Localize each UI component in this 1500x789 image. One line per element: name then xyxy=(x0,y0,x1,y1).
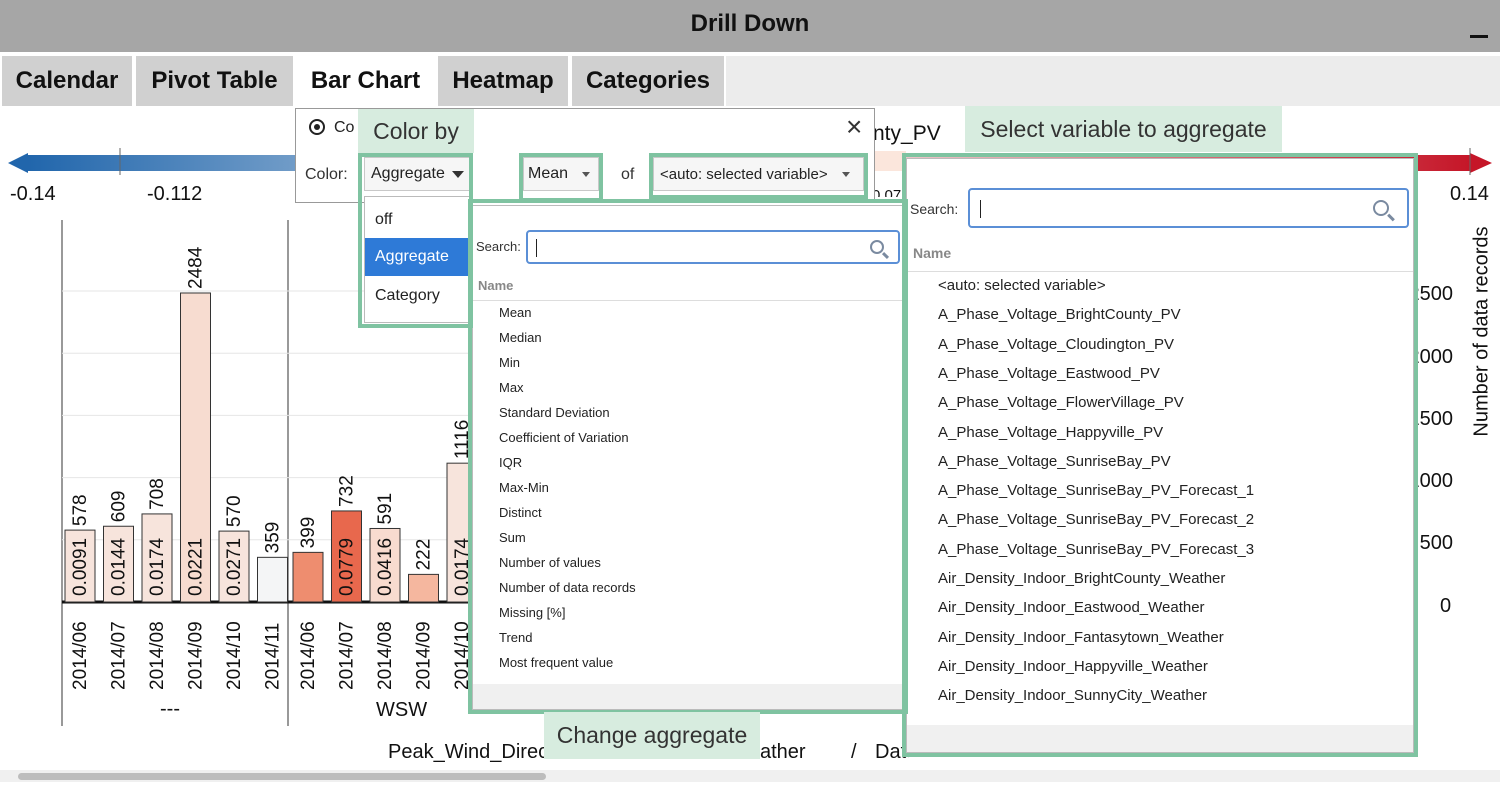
right-axis-tick-1000: 1000 xyxy=(1417,470,1453,492)
chart-title-partial: nty_PV xyxy=(873,122,941,145)
bar-mean-label: 0.0091 xyxy=(70,538,91,596)
highlight-aggregate-select xyxy=(519,153,603,202)
tab-strip: Calendar Pivot Table Bar Chart Heatmap C… xyxy=(0,52,1500,108)
right-axis-label: Number of data records xyxy=(1470,226,1493,437)
tab-heatmap[interactable]: Heatmap xyxy=(438,56,568,106)
highlight-variable-dropdown xyxy=(902,153,1418,757)
x-tick-label: 2014/10 xyxy=(224,621,245,690)
x-tick-label: 2014/08 xyxy=(147,621,168,690)
x-tick-label: 2014/07 xyxy=(337,621,358,690)
minimize-icon[interactable] xyxy=(1468,24,1490,38)
x-axis-separator: / xyxy=(851,741,857,763)
colorbar-left-arrow-icon xyxy=(8,153,28,173)
bar-count-label: 591 xyxy=(375,493,396,525)
colorbar-partial-tick: 0.07 xyxy=(872,187,902,197)
highlight-color-mode xyxy=(358,153,473,328)
of-label: of xyxy=(621,166,635,183)
bar-count-label: 399 xyxy=(298,517,319,549)
bar-count-label: 570 xyxy=(224,495,245,527)
x-axis-title-left: Peak_Wind_Direc xyxy=(388,741,549,763)
group-label-wsw: WSW xyxy=(376,699,428,721)
bar-count-label: 609 xyxy=(109,491,130,523)
x-tick-label: 2014/07 xyxy=(109,621,130,690)
right-axis-tick-2000: 2000 xyxy=(1417,346,1453,368)
callout-select-variable: Select variable to aggregate xyxy=(965,106,1282,152)
popup-radio-icon xyxy=(309,119,325,135)
x-axis-title-right: ather xyxy=(760,741,806,763)
colorbar-max-label: 0.14 xyxy=(1450,183,1489,205)
colorbar-min-label: -0.14 xyxy=(10,183,56,205)
callout-color-by: Color by xyxy=(358,109,474,153)
x-tick-label: 2014/09 xyxy=(414,621,435,690)
bar-count-label: 578 xyxy=(70,494,91,526)
x-tick-label: 2014/09 xyxy=(186,621,207,690)
tab-calendar[interactable]: Calendar xyxy=(2,56,132,106)
popup-title: Co xyxy=(334,119,355,136)
bar[interactable] xyxy=(257,556,288,603)
bar-count-label: 222 xyxy=(414,539,435,571)
right-axis-tick-2500: 2500 xyxy=(1417,283,1453,305)
colorbar-partial xyxy=(872,151,906,171)
bar[interactable] xyxy=(408,573,439,603)
bar-mean-label: 0.0779 xyxy=(337,538,358,596)
highlight-aggregate-dropdown xyxy=(468,199,908,714)
tab-pivot-table[interactable]: Pivot Table xyxy=(136,56,293,106)
tab-bar-chart[interactable]: Bar Chart xyxy=(297,56,434,106)
group-label-none: --- xyxy=(160,698,180,720)
highlight-variable-select xyxy=(649,153,868,199)
tab-strip-spacer xyxy=(726,56,1500,106)
x-tick-label: 2014/06 xyxy=(298,621,319,690)
title-bar: Drill Down xyxy=(0,0,1500,52)
bar-count-label: 2484 xyxy=(186,246,207,289)
colorbar-tick2-label: -0.112 xyxy=(147,183,203,205)
callout-change-aggregate: Change aggregate xyxy=(544,712,760,759)
bar-count-label: 708 xyxy=(147,478,168,510)
colorbar-right-arrow-icon xyxy=(1470,153,1492,173)
bar[interactable] xyxy=(292,551,324,603)
right-axis-tick-0: 0 xyxy=(1440,595,1452,617)
horizontal-scrollbar-thumb[interactable] xyxy=(18,773,546,780)
bar-count-label: 732 xyxy=(337,475,358,507)
color-label: Color: xyxy=(305,166,348,183)
bar-mean-label: 0.0271 xyxy=(224,538,245,596)
x-tick-label: 2014/11 xyxy=(263,623,284,690)
bar-mean-label: 0.0416 xyxy=(375,538,396,596)
x-tick-label: 2014/08 xyxy=(375,621,396,690)
right-axis-tick-500: 500 xyxy=(1419,532,1453,554)
bar-count-label: 359 xyxy=(263,522,284,554)
bar-mean-label: 0.0221 xyxy=(186,538,207,596)
x-tick-label: 2014/06 xyxy=(70,621,91,690)
bar-mean-label: 0.0144 xyxy=(109,537,130,596)
close-icon[interactable]: × xyxy=(846,113,862,141)
tab-categories[interactable]: Categories xyxy=(572,56,724,106)
window-title: Drill Down xyxy=(690,10,810,37)
right-axis-tick-1500: 1500 xyxy=(1417,408,1453,430)
bar-mean-label: 0.0174 xyxy=(147,537,168,596)
